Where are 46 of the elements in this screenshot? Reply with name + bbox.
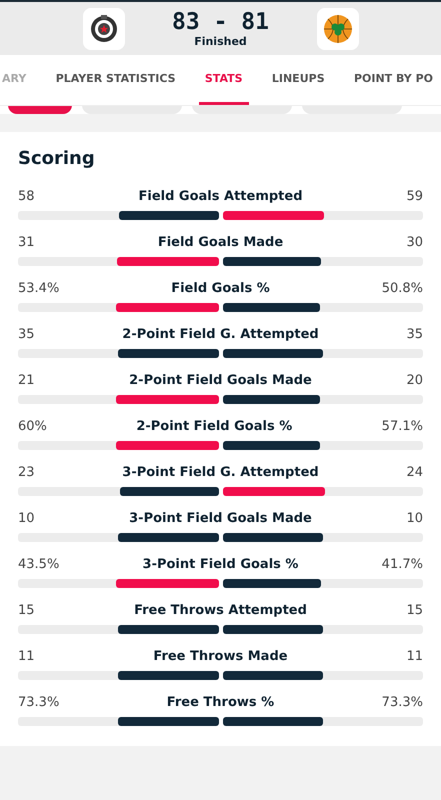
home-value: 11	[18, 649, 35, 665]
home-value: 73.3%	[18, 695, 60, 711]
home-value: 10	[18, 511, 35, 527]
away-value: 20	[406, 373, 423, 389]
stat-label: 3-Point Field Goals %	[142, 557, 298, 573]
away-value: 41.7%	[382, 557, 423, 573]
home-value: 53.4%	[18, 281, 60, 297]
home-value: 43.5%	[18, 557, 60, 573]
home-value: 15	[18, 603, 35, 619]
home-value: 58	[18, 189, 35, 205]
match-score: 83 - 81	[172, 8, 269, 34]
match-status: Finished	[194, 34, 247, 48]
home-value: 35	[18, 327, 35, 343]
stat-label: Free Throws Attempted	[134, 603, 307, 619]
away-value: 57.1%	[382, 419, 423, 435]
away-value: 35	[406, 327, 423, 343]
stat-label: Free Throws Made	[153, 649, 288, 665]
stat-label: Field Goals %	[171, 281, 270, 297]
away-value: 11	[406, 649, 423, 665]
away-team-logo[interactable]	[316, 8, 358, 50]
tab[interactable]: PLAYER STATISTICS	[50, 55, 182, 105]
stat-label: 3-Point Field Goals Made	[129, 511, 312, 527]
home-value: 60%	[18, 419, 47, 435]
away-value: 24	[406, 465, 423, 481]
stat-label: Free Throws %	[166, 695, 274, 711]
away-value: 10	[406, 511, 423, 527]
away-value: 73.3%	[382, 695, 423, 711]
stat-label: 2-Point Field Goals %	[136, 419, 292, 435]
section-title: Scoring	[18, 148, 96, 169]
tab[interactable]: POINT BY PO	[348, 55, 439, 105]
home-team-logo[interactable]	[82, 8, 124, 50]
club-crest-icon	[88, 14, 118, 44]
stat-label: 2-Point Field Goals Made	[129, 373, 312, 389]
stat-label: 2-Point Field G. Attempted	[122, 327, 319, 343]
home-value: 21	[18, 373, 35, 389]
stat-label: 3-Point Field G. Attempted	[122, 465, 319, 481]
away-value: 59	[406, 189, 423, 205]
home-value: 31	[18, 235, 35, 251]
tab[interactable]: LINEUPS	[266, 55, 331, 105]
away-value: 15	[406, 603, 423, 619]
home-value: 23	[18, 465, 35, 481]
stat-label: Field Goals Made	[158, 235, 284, 251]
stat-label: Field Goals Attempted	[138, 189, 303, 205]
away-value: 30	[406, 235, 423, 251]
away-value: 50.8%	[382, 281, 423, 297]
basketball-clover-icon	[322, 14, 352, 44]
